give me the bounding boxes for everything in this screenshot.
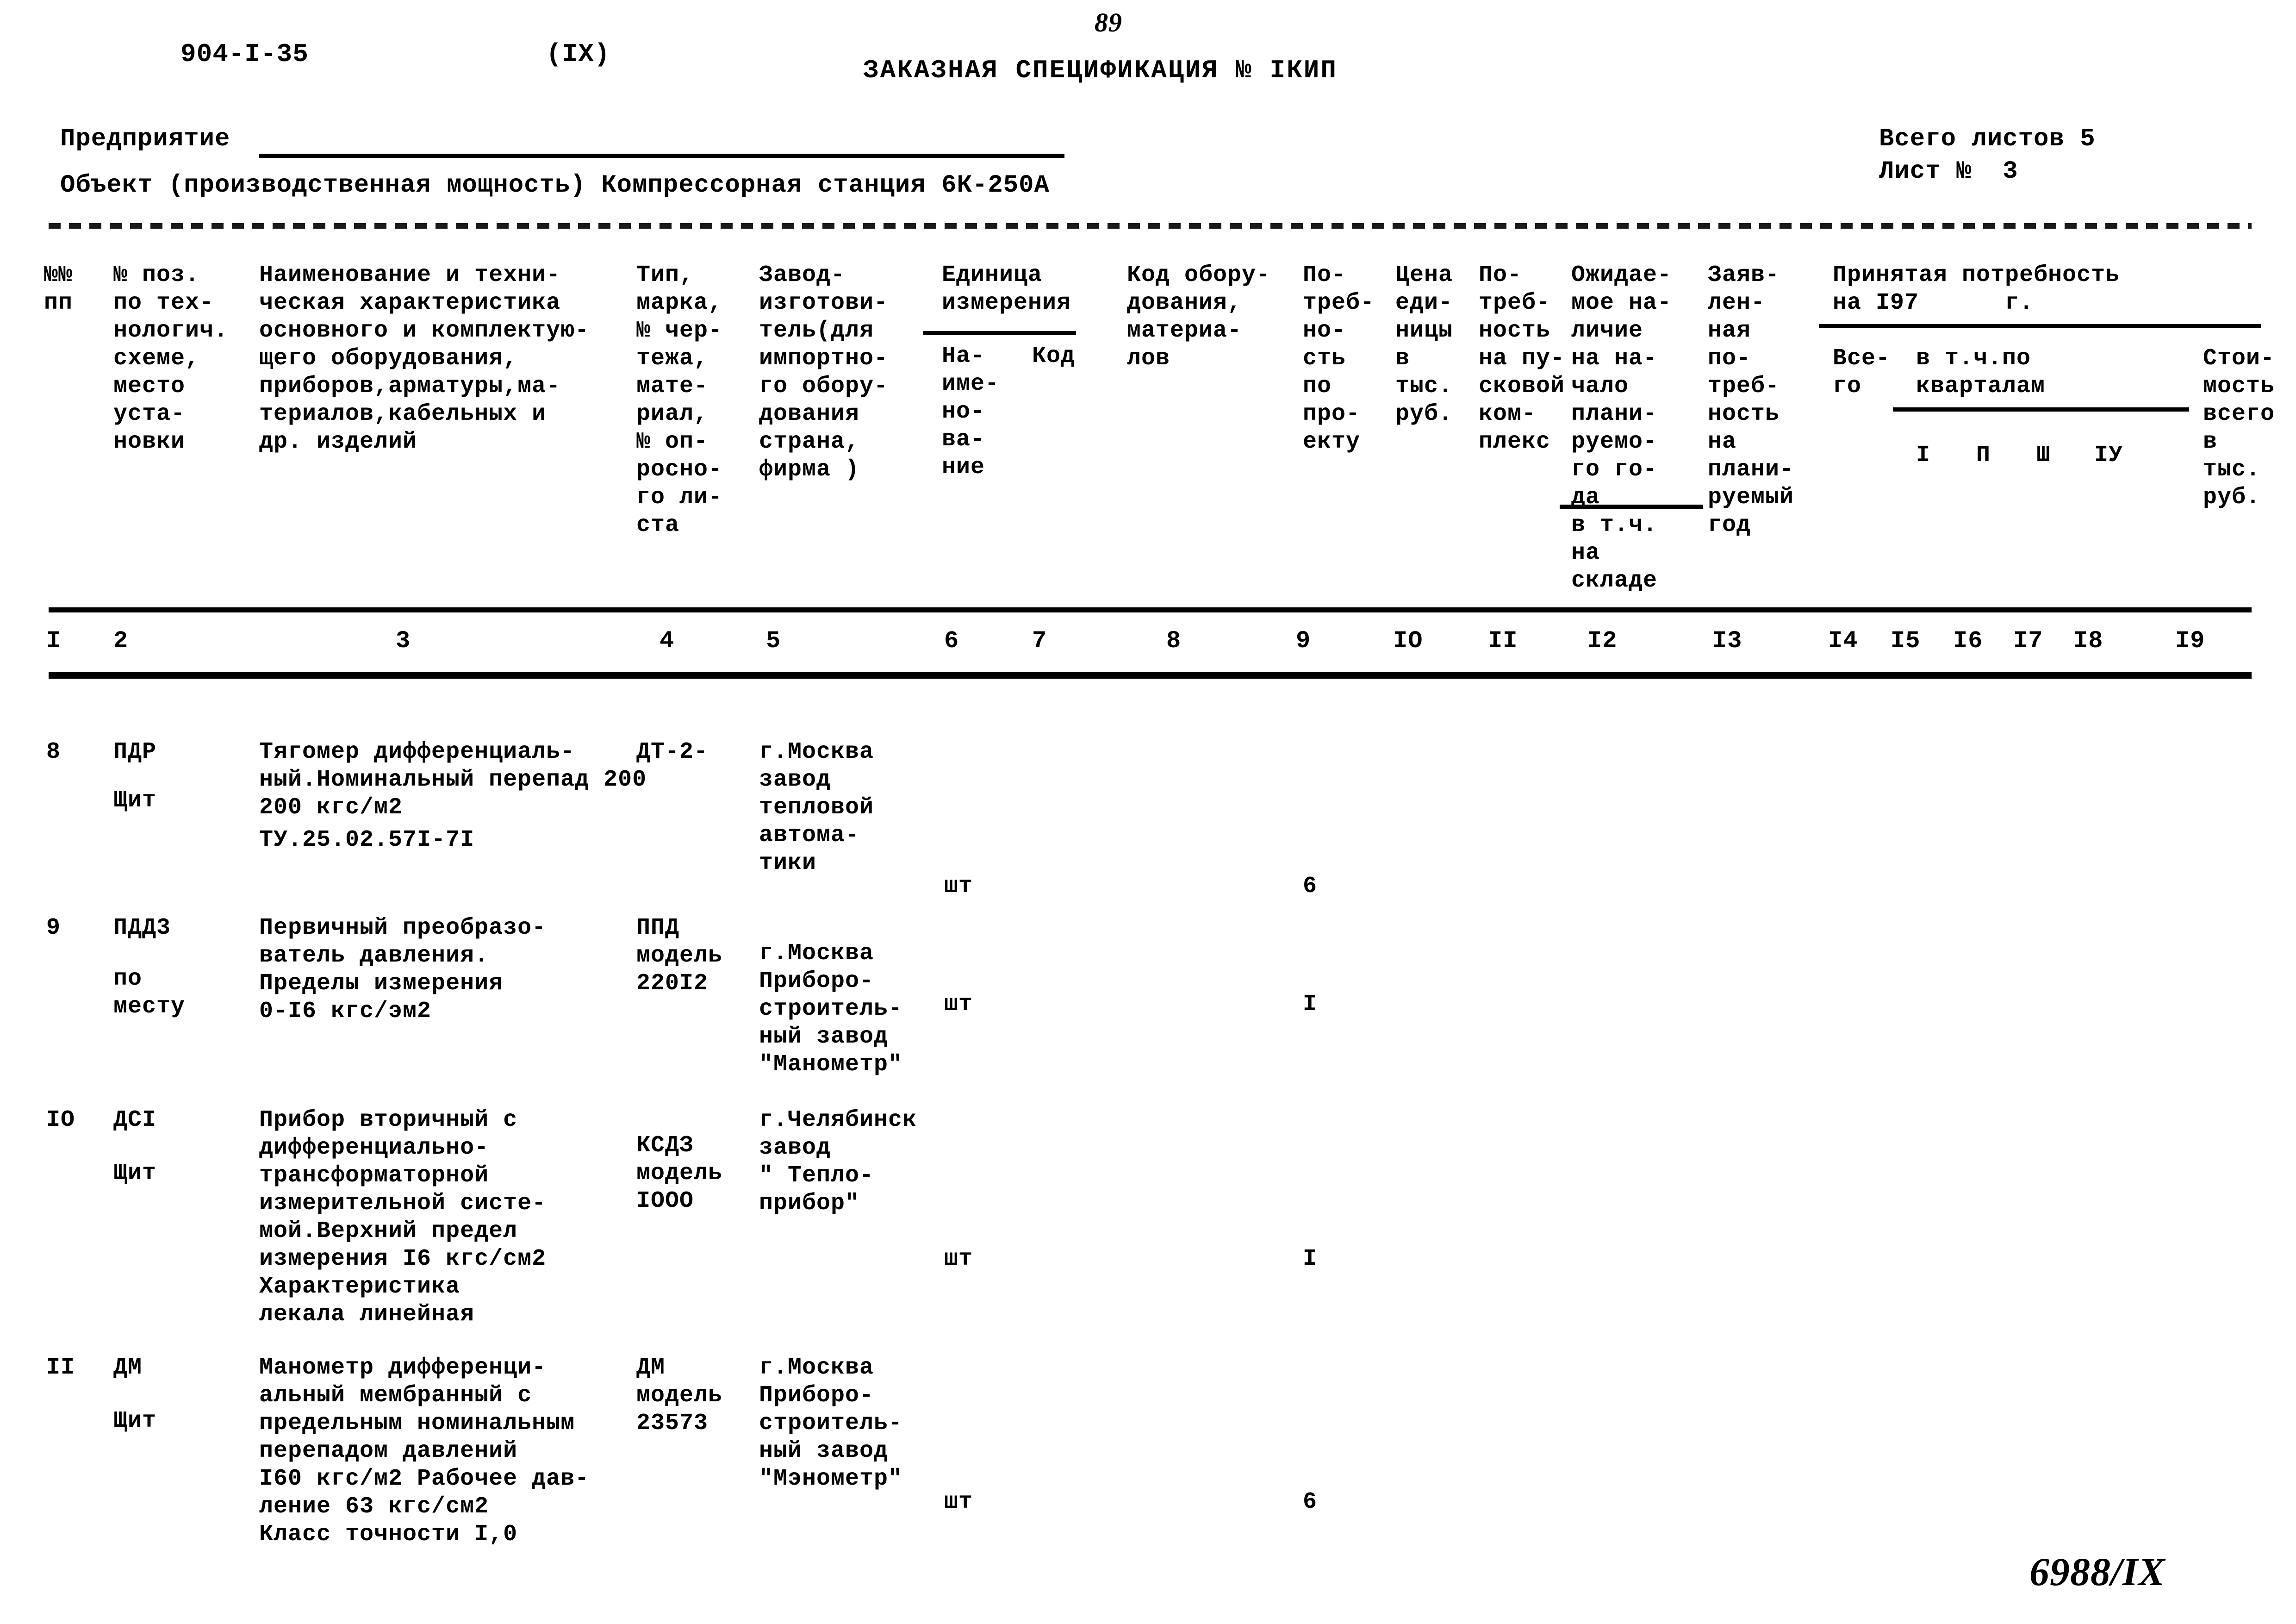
col-header-unit: Единица измерения [942,262,1071,316]
enterprise-label: Предприятие [60,125,230,153]
sheet-number: Лист № 3 [1879,157,2018,186]
row-position-code: ДМ [113,1355,143,1381]
row-name: Прибор вторичный с дифференциально- тран… [259,1107,547,1328]
row-position-code: ПДР [113,739,157,765]
column-number: I8 [2073,627,2103,655]
col-header-type: Тип, марка, № чер- тежа, мате- риал, № о… [636,262,723,538]
row-position-code: ПДД3 [113,915,171,941]
quarter-label-1: I [1916,442,1931,468]
col-header-need-project: По- треб- но- сть по про- екту [1303,262,1375,455]
column-number: I [46,627,62,655]
row-maker: г.Москва Приборо- строитель- ный завод "… [759,1355,903,1492]
row-unit: шт [944,1246,973,1272]
row-number: IO [46,1107,75,1133]
column-number: 2 [113,627,129,655]
column-number: I7 [2013,627,2043,655]
table-top-rule [49,223,2252,229]
row-type: ДТ-2- [636,739,709,765]
row-name: Манометр дифференци- альный мембранный с… [259,1355,590,1548]
row-number: 8 [46,739,61,765]
row-need-project: I [1303,1246,1318,1272]
accepted-need-rule [1819,324,2261,328]
column-number: 5 [766,627,781,655]
column-number: 4 [660,627,675,655]
page-title: ЗАКАЗНАЯ СПЕЦИФИКАЦИЯ № IКИП [863,56,1338,85]
quarter-label-2: П [1976,442,1991,468]
column-number: IO [1393,627,1423,655]
object-line: Объект (производственная мощность) Компр… [60,171,1050,200]
column-number: I9 [2175,627,2205,655]
specification-sheet: 904-I-35 (IX) 89 ЗАКАЗНАЯ СПЕЦИФИКАЦИЯ №… [0,0,2296,1624]
row-unit: шт [944,1489,973,1515]
row-name: Тягомер дифференциаль- ный.Номинальный п… [259,739,647,821]
column-number: I5 [1891,627,1921,655]
header-bottom-rule [49,607,2252,612]
column-number-rule [49,672,2252,679]
enterprise-blank-rule [259,154,1064,158]
col-header-accepted-need: Принятая потребность на I97 г. [1833,262,2120,316]
row-position-place: по месту [113,966,186,1020]
column-number: 6 [944,627,959,655]
sheets-total: Всего листов 5 [1879,125,2096,153]
row-position-place: Щит [113,787,157,814]
row-need-project: 6 [1303,1489,1318,1515]
row-unit: шт [944,873,973,899]
row-position-place: Щит [113,1408,157,1434]
col-header-declared-need: Заяв- лен- ная по- треб- ность на плани-… [1708,262,1794,538]
col-header-name: Наименование и техни- ческая характерист… [259,262,590,455]
row-need-project: 6 [1303,873,1318,899]
column-number: 9 [1296,627,1311,655]
column-number: II [1488,627,1518,655]
row-maker: г.Москва Приборо- строитель- ный завод "… [759,940,903,1078]
quarter-label-4: IУ [2094,442,2123,468]
row-need-project: I [1303,991,1318,1018]
col-header-accepted-quarters: в т.ч.по кварталам [1916,345,2046,400]
column-number: 3 [396,627,411,655]
column-number: I4 [1828,627,1858,655]
document-code: 904-I-35 [180,39,309,69]
column-number: 7 [1032,627,1047,655]
row-maker: г.Москва завод тепловой автома- тики [759,739,874,876]
section-code: (IX) [546,39,610,69]
row-number: II [46,1355,75,1381]
page-number: 89 [1095,7,1122,37]
row-type: КСДЗ модель IOOO [636,1132,723,1214]
col-header-nn: №№ пп [44,262,73,316]
row-type: ДМ модель 23573 [636,1355,723,1437]
row-name-spec: ТУ.25.02.57I-7I [259,827,475,853]
row-unit: шт [944,991,973,1018]
col-header-need-startup: По- треб- ность на пу- сковой ком- плекс [1479,262,1565,455]
row-maker: г.Челябинск завод " Тепло- прибор" [759,1107,917,1217]
row-position-place: Щит [113,1160,157,1187]
row-position-code: ДСI [113,1107,157,1133]
row-type: ППД модель 220I2 [636,915,723,997]
col-header-equip-code: Код обору- дования, материа- лов [1127,262,1271,372]
quarter-label-3: Ш [2036,442,2051,468]
column-number: I6 [1953,627,1983,655]
col-header-expected-stock-sub: в т.ч. на складе [1571,512,1658,594]
archive-stamp: 6988/IX [2029,1549,2165,1594]
row-number: 9 [46,915,61,941]
col-header-unit-code: Код [1032,343,1076,369]
column-number: I2 [1587,627,1618,655]
col-header-position: № поз. по тех- нологич. схеме, место уст… [113,262,229,455]
col-header-unit-price: Цена еди- ницы в тыс. руб. [1395,262,1453,427]
unit-group-rule [923,331,1076,335]
col-header-cost-total: Стои- мость всего в тыс. руб. [2203,345,2275,511]
col-header-expected-stock: Ожидае- мое на- личие на на- чало плани-… [1571,262,1672,511]
column-number: 8 [1166,627,1182,655]
col-header-accepted-total: Все- го [1833,345,1891,400]
col-header-unit-name: На- име- но- ва- ние [942,343,1000,481]
col-header-maker: Завод- изготови- тель(для импортно- го о… [759,262,889,483]
row-name: Первичный преобразо- ватель давления. Пр… [259,915,547,1024]
column-number: I3 [1712,627,1742,655]
quarters-rule [1893,407,2189,412]
